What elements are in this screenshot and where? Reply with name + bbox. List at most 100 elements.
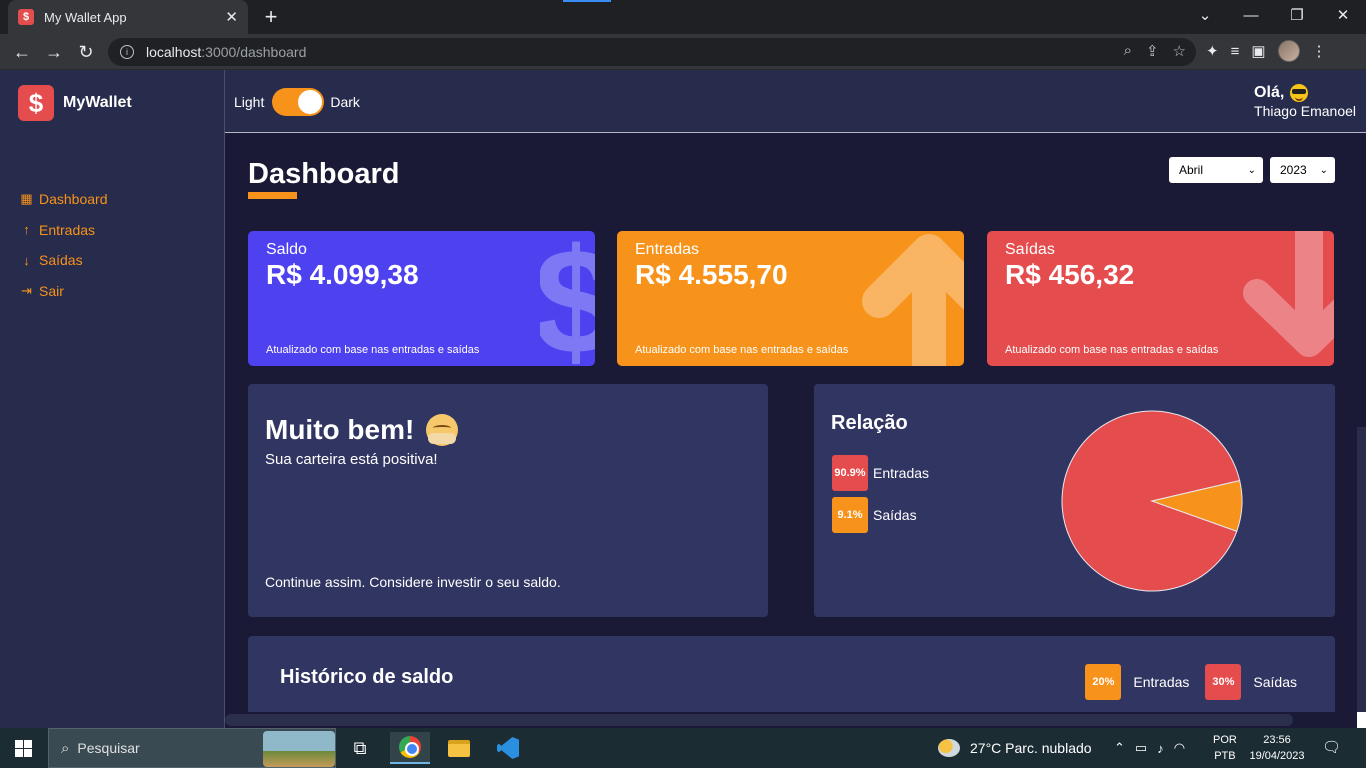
legend-entradas: 90.9% Entradas [832, 455, 929, 491]
card-footer: Atualizado com base nas entradas e saída… [635, 344, 849, 356]
pie-chart [1061, 410, 1243, 592]
search-placeholder: Pesquisar [77, 740, 140, 756]
arrow-up-icon [862, 234, 964, 366]
clock[interactable]: 23:56 19/04/2023 [1246, 732, 1308, 764]
user-name: Thiago Emanoel [1254, 103, 1356, 119]
year-select[interactable]: 2023 ⌄ [1270, 157, 1335, 183]
card-entradas: Entradas R$ 4.555,70 Atualizado com base… [617, 231, 964, 366]
sidebar-menu: ▦ Dashboard ↑ Entradas ↓ Saídas ⇥ Sair [20, 184, 108, 307]
app-name: MyWallet [63, 94, 132, 111]
title-underline [248, 192, 297, 199]
year-select-value: 2023 [1280, 163, 1307, 177]
message-subtitle: Sua carteira está positiva! [265, 451, 438, 468]
arrow-down-icon: ↓ [23, 252, 30, 268]
file-explorer-taskbar-icon[interactable] [439, 732, 479, 764]
tab-close-icon[interactable]: ✕ [225, 8, 238, 26]
tab-search-chevron-icon[interactable]: ⌄ [1182, 0, 1228, 30]
dollar-logo-icon: $ [18, 85, 54, 121]
sidebar-item-saidas[interactable]: ↓ Saídas [20, 245, 108, 276]
app-logo: $ MyWallet [18, 85, 132, 121]
wifi-icon[interactable]: ◠ [1174, 740, 1185, 756]
tab-favicon-icon: $ [18, 9, 34, 25]
theme-toggle: Light Dark [234, 88, 360, 116]
horizontal-scrollbar[interactable] [225, 712, 1366, 728]
chrome-taskbar-icon[interactable] [390, 732, 430, 764]
card-value: R$ 4.099,38 [266, 259, 419, 290]
forward-icon[interactable]: → [41, 39, 67, 65]
legend-label: Entradas [1133, 674, 1190, 690]
restore-icon[interactable]: ❐ [1274, 0, 1320, 30]
card-saldo: $ Saldo R$ 4.099,38 Atualizado com base … [248, 231, 595, 366]
legend-badge: 20% [1085, 664, 1122, 700]
back-icon[interactable]: ← [9, 39, 35, 65]
sidebar-item-label: Entradas [39, 221, 96, 238]
sidebar-item-sair[interactable]: ⇥ Sair [20, 276, 108, 307]
main-content: Dashboard Abril ⌄ 2023 ⌄ $ Saldo R$ 4.09… [225, 134, 1366, 712]
profile-avatar[interactable] [1277, 40, 1300, 62]
side-panel-icon[interactable]: ▣ [1251, 42, 1265, 60]
card-label: Entradas [635, 241, 700, 258]
vertical-scrollbar[interactable] [1357, 427, 1366, 712]
bookmark-star-icon[interactable]: ☆ [1173, 42, 1186, 60]
sidebar: $ MyWallet ▦ Dashboard ↑ Entradas ↓ Saíd… [0, 70, 225, 728]
weather-text: 27°C Parc. nublado [970, 740, 1092, 756]
taskbar-search[interactable]: ⌕ Pesquisar [48, 728, 336, 768]
close-window-icon[interactable]: ✕ [1320, 0, 1366, 30]
url-path: :3000/dashboard [201, 44, 307, 60]
theme-switch[interactable] [272, 88, 325, 116]
share-icon[interactable]: ⇪ [1146, 42, 1159, 60]
app-header: Light Dark Olá, Thiago Emanoel [225, 70, 1366, 133]
message-title: Muito bem! [265, 414, 415, 445]
extensions-icon[interactable]: ✦ [1206, 42, 1219, 60]
windows-start-icon[interactable] [15, 740, 32, 757]
tab-accent-line [563, 0, 611, 2]
card-label: Saldo [266, 241, 307, 258]
chevron-down-icon: ⌄ [1247, 164, 1256, 176]
lang-bottom: PTB [1214, 750, 1236, 762]
relation-title: Relação [831, 412, 908, 434]
clock-time: 23:56 [1263, 734, 1291, 746]
task-view-icon[interactable]: ⧉ [340, 732, 380, 764]
notifications-icon[interactable]: 🗨 [1322, 738, 1342, 758]
browser-toolbar: ← → ↻ i localhost:3000/dashboard ⌕ ⇪ ☆ ✦… [0, 34, 1366, 70]
arrow-up-icon: ↑ [23, 222, 30, 238]
legend-label: Saídas [1253, 674, 1297, 690]
vscode-taskbar-icon[interactable] [488, 732, 528, 764]
legend-badge: 90.9% [832, 455, 868, 491]
language-indicator[interactable]: POR PTB [1213, 732, 1237, 764]
zoom-icon[interactable]: ⌕ [1124, 42, 1132, 60]
card-footer: Atualizado com base nas entradas e saída… [266, 344, 480, 356]
vscode-icon [497, 737, 519, 759]
theme-light-label: Light [234, 94, 265, 110]
switch-knob [298, 90, 323, 114]
site-info-icon[interactable]: i [120, 45, 134, 59]
logout-icon: ⇥ [21, 282, 32, 298]
legend-badge: 30% [1205, 664, 1242, 700]
battery-icon[interactable]: ▭ [1135, 740, 1147, 756]
legend-label: Saídas [873, 507, 917, 523]
card-label: Saídas [1005, 241, 1055, 258]
more-menu-icon[interactable]: ⋮ [1312, 42, 1327, 60]
month-select[interactable]: Abril ⌄ [1169, 157, 1263, 183]
user-greeting: Olá, Thiago Emanoel [1254, 84, 1356, 119]
partly-cloudy-icon [938, 739, 960, 757]
message-panel: Muito bem! Sua carteira está positiva! C… [248, 384, 768, 617]
card-value: R$ 4.555,70 [635, 259, 788, 290]
folder-icon [448, 739, 470, 757]
new-tab-icon[interactable]: + [258, 4, 284, 30]
theme-dark-label: Dark [330, 94, 360, 110]
chevron-down-icon: ⌄ [1319, 164, 1328, 176]
history-panel: Histórico de saldo 20% Entradas 30% Saíd… [248, 636, 1335, 712]
weather-widget[interactable]: 27°C Parc. nublado [938, 728, 1092, 768]
sidebar-item-entradas[interactable]: ↑ Entradas [20, 215, 108, 246]
media-queue-icon[interactable]: ≡ [1231, 43, 1240, 60]
chevron-up-icon[interactable]: ⌃ [1114, 740, 1125, 756]
browser-tab[interactable]: $ My Wallet App ✕ [8, 0, 248, 34]
minimize-icon[interactable]: — [1228, 0, 1274, 30]
scrollbar-thumb[interactable] [225, 714, 1293, 726]
svg-text:$: $ [540, 231, 595, 366]
volume-icon[interactable]: ♪ [1157, 741, 1164, 756]
address-bar[interactable]: i localhost:3000/dashboard ⌕ ⇪ ☆ [108, 38, 1196, 66]
reload-icon[interactable]: ↻ [73, 39, 99, 65]
sidebar-item-dashboard[interactable]: ▦ Dashboard [20, 184, 107, 215]
